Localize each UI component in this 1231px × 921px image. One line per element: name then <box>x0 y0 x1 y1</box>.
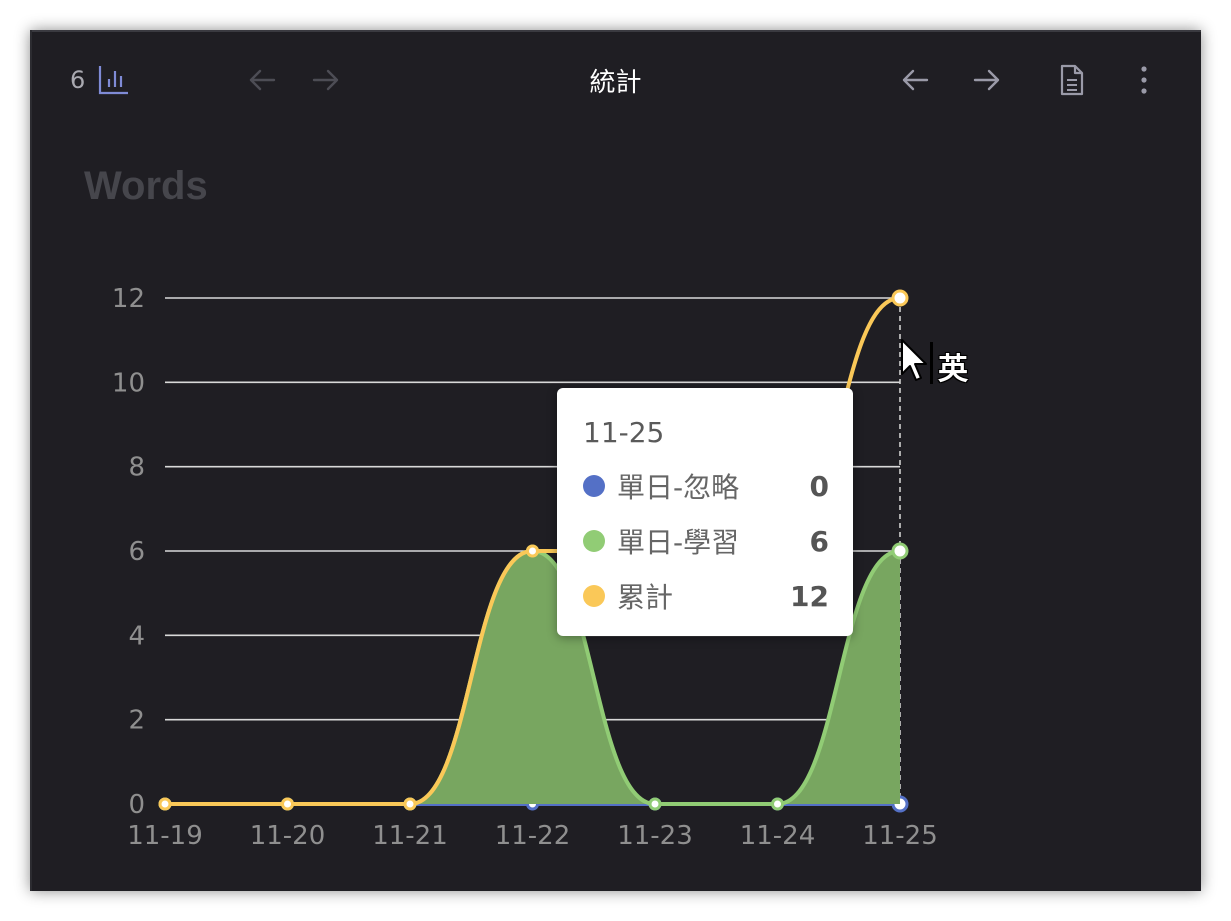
data-point <box>403 797 417 811</box>
ime-mode-label: 英 <box>938 352 968 387</box>
text-caret <box>930 342 933 384</box>
x-tick-label: 11-24 <box>740 821 816 851</box>
series-name: 單日-學習 <box>617 526 740 559</box>
mouse-pointer-icon <box>901 339 927 381</box>
data-point <box>526 544 539 558</box>
app-window: 6 統計 Words 0 2 4 6 8 10 12 11-19 11-20 1… <box>30 30 1201 891</box>
x-tick-label: 11-25 <box>862 821 938 851</box>
tooltip-row: 累計 12 <box>583 576 829 616</box>
x-tick-label: 11-19 <box>127 821 203 851</box>
data-point <box>771 797 784 811</box>
series-name: 累計 <box>617 581 674 614</box>
legend-dot <box>583 585 605 607</box>
data-point <box>648 797 662 811</box>
data-point <box>158 797 172 811</box>
x-tick-label: 11-21 <box>372 821 448 851</box>
data-point <box>891 289 909 307</box>
x-tick-label: 11-23 <box>617 821 693 851</box>
x-tick-label: 11-22 <box>495 821 571 851</box>
tooltip-row: 單日-忽略 0 <box>583 466 829 506</box>
y-tick-label: 0 <box>128 790 145 820</box>
tooltip-row: 單日-學習 6 <box>583 521 829 561</box>
data-point <box>891 542 909 560</box>
legend-dot <box>583 475 605 497</box>
data-point <box>281 797 294 811</box>
series-value: 6 <box>809 524 829 558</box>
series-value: 12 <box>790 579 829 613</box>
series-value: 0 <box>809 469 829 503</box>
tooltip-title: 11-25 <box>583 416 665 449</box>
y-tick-label: 12 <box>112 284 145 314</box>
y-tick-label: 6 <box>128 537 145 567</box>
legend-dot <box>583 530 605 552</box>
y-tick-label: 10 <box>112 368 145 398</box>
series-name: 單日-忽略 <box>617 471 740 504</box>
y-tick-label: 2 <box>128 706 145 736</box>
x-tick-label: 11-20 <box>250 821 326 851</box>
y-tick-label: 4 <box>128 621 145 651</box>
chart-tooltip: 11-25 單日-忽略 0 單日-學習 6 累計 12 <box>557 388 853 636</box>
y-tick-label: 8 <box>128 453 145 483</box>
